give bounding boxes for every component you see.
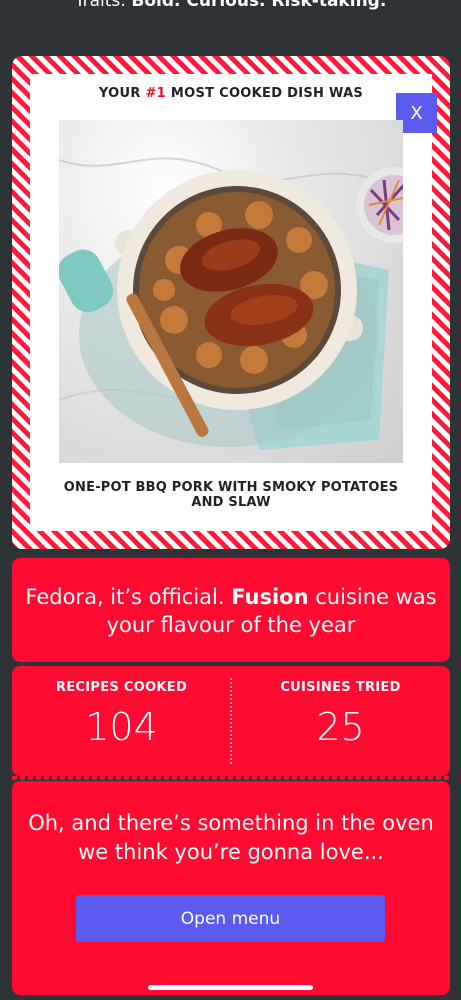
stat-cuisines-tried: CUISINES TRIED 25 <box>231 666 450 776</box>
dish-illustration <box>59 157 403 450</box>
ticket-perforation <box>12 776 450 780</box>
stat-value: 104 <box>85 705 158 749</box>
traits-prefix: Traits: <box>74 0 132 11</box>
open-menu-button[interactable]: Open menu <box>76 895 385 942</box>
stat-value: 25 <box>316 705 365 749</box>
cuisine-name: Fusion <box>231 585 309 609</box>
cuisine-text: Fedora, it’s official. Fusion cuisine wa… <box>12 583 450 639</box>
dish-card-title: YOUR #1 MOST COOKED DISH WAS <box>12 86 450 101</box>
traits-line: Traits: Bold. Curious. Risk-taking. <box>0 0 461 11</box>
title-rank: #1 <box>145 86 167 101</box>
cuisine-text-prefix: Fedora, it’s official. <box>25 585 232 609</box>
promo-panel: Oh, and there’s something in the oven we… <box>12 781 450 995</box>
home-indicator[interactable] <box>148 985 313 990</box>
promo-text: Oh, and there’s something in the oven we… <box>28 811 434 864</box>
cuisine-panel: Fedora, it’s official. Fusion cuisine wa… <box>12 558 450 662</box>
dish-name: ONE-POT BBQ PORK WITH SMOKY POTATOES AND… <box>63 480 399 510</box>
stat-label: RECIPES COOKED <box>55 680 188 695</box>
stats-panel: RECIPES COOKED 104 CUISINES TRIED 25 <box>12 666 450 776</box>
traits-value: Bold. Curious. Risk-taking. <box>131 0 387 11</box>
title-prefix: YOUR <box>98 86 146 101</box>
dish-photo <box>59 120 403 463</box>
stat-recipes-cooked: RECIPES COOKED 104 <box>12 666 231 776</box>
dish-card: YOUR #1 MOST COOKED DISH WAS X ONE-POT B… <box>12 56 450 549</box>
title-suffix: MOST COOKED DISH WAS <box>166 86 364 101</box>
stat-label: CUISINES TRIED <box>280 680 401 695</box>
